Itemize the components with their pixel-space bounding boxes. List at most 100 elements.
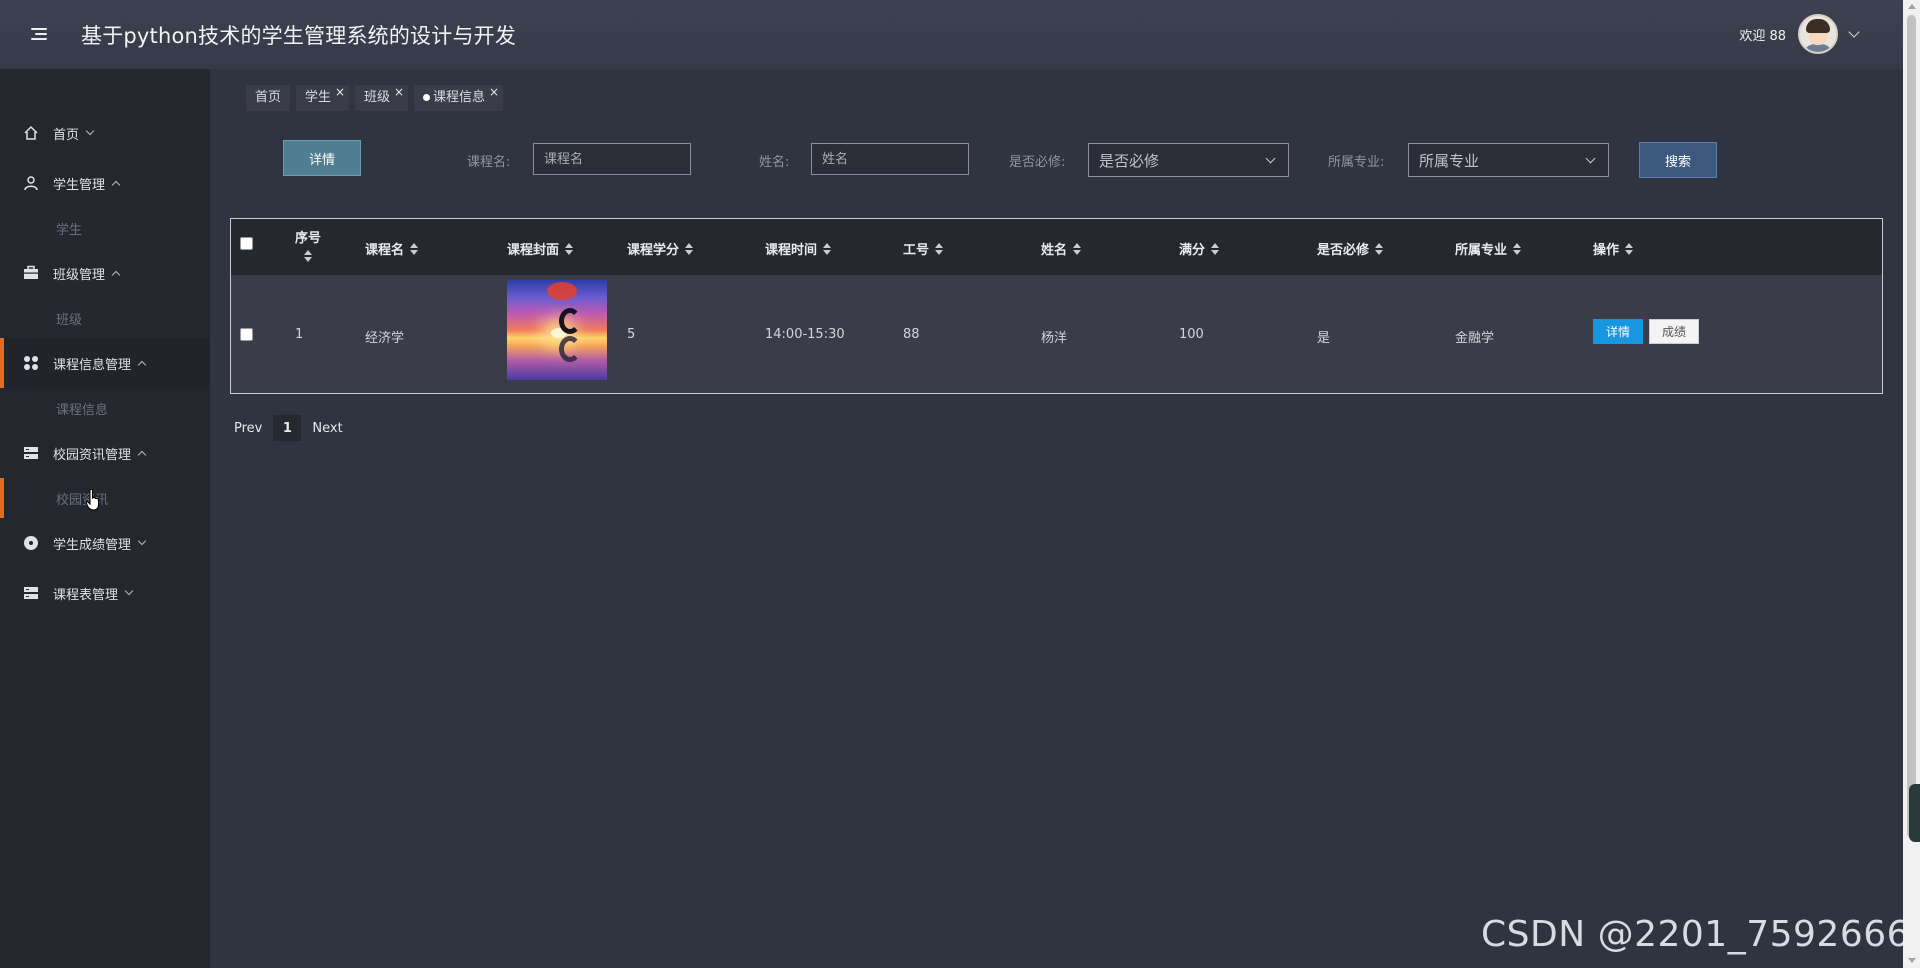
sidebar-item-label: 课程表管理 [53, 587, 119, 603]
column-header-full-score[interactable]: 满分 [1179, 239, 1220, 258]
column-header-label: 所属专业 [1455, 243, 1508, 258]
column-header-time[interactable]: 课程时间 [765, 239, 832, 258]
tab-course-info[interactable]: 课程信息 × [414, 85, 504, 111]
prev-page-link[interactable]: Prev [234, 421, 262, 436]
column-header-cover[interactable]: 课程封面 [507, 239, 574, 258]
row-detail-button[interactable]: 详情 [1593, 319, 1643, 344]
table-row: 1 经济学 5 14:00-15:30 88 杨洋 100 是 金融学 详情 成… [231, 275, 1882, 393]
column-header-index[interactable]: 序号 [295, 227, 321, 262]
sidebar-item-home[interactable]: 首页 [0, 108, 210, 158]
chevron-up-icon [111, 270, 121, 279]
cell-course: 经济学 [365, 331, 405, 346]
column-header-credit[interactable]: 课程学分 [627, 239, 694, 258]
column-header-label: 课程名 [365, 243, 405, 258]
tab-home[interactable]: 首页 [246, 85, 291, 111]
app-header: 基于python技术的学生管理系统的设计与开发 欢迎 88 [0, 0, 1903, 69]
sidebar-item-score-mgmt[interactable]: 学生成绩管理 [0, 518, 210, 568]
sidebar-item-label: 学生成绩管理 [53, 537, 132, 553]
sort-icon[interactable] [1375, 242, 1384, 255]
scrollbar-thumb[interactable] [1907, 15, 1916, 838]
course-name-input[interactable] [533, 143, 691, 175]
detail-button[interactable]: 详情 [283, 140, 361, 176]
column-header-major[interactable]: 所属专业 [1455, 239, 1522, 258]
sidebar-item-news-mgmt[interactable]: 校园资讯管理 [0, 428, 210, 478]
column-header-course[interactable]: 课程名 [365, 239, 419, 258]
briefcase-icon [23, 265, 39, 281]
user-menu[interactable]: 欢迎 88 [1739, 14, 1860, 54]
column-header-label: 课程封面 [507, 243, 560, 258]
column-header-staff-id[interactable]: 工号 [903, 239, 944, 258]
welcome-text: 欢迎 88 [1739, 28, 1786, 44]
sidebar-item-label: 课程信息管理 [53, 357, 132, 373]
sort-icon[interactable] [565, 242, 574, 255]
name-input[interactable] [811, 143, 969, 175]
tab-class[interactable]: 班级 × [355, 85, 409, 111]
side-widget-handle[interactable] [1909, 784, 1920, 842]
close-icon[interactable]: × [335, 79, 345, 105]
required-select-value: 是否必修 [1099, 151, 1160, 170]
column-header-label: 序号 [295, 231, 322, 246]
search-button[interactable]: 搜索 [1639, 142, 1717, 178]
sidebar-subitem-news[interactable]: 校园资讯 [0, 478, 210, 518]
sort-icon[interactable] [1211, 242, 1220, 255]
sort-icon[interactable] [935, 242, 944, 255]
select-all-checkbox[interactable] [240, 237, 253, 250]
cell-full-score: 100 [1179, 327, 1204, 342]
sort-icon[interactable] [1625, 242, 1634, 255]
watermark: CSDN @2201_75926662 [1481, 914, 1920, 955]
sidebar-item-class-mgmt[interactable]: 班级管理 [0, 248, 210, 298]
tab-label: 班级 [364, 90, 391, 105]
tab-student[interactable]: 学生 × [296, 85, 350, 111]
sidebar-item-label: 学生管理 [53, 177, 106, 193]
menu-toggle-icon[interactable] [31, 27, 55, 43]
tab-label: 学生 [305, 90, 332, 105]
next-page-link[interactable]: Next [312, 421, 342, 436]
table-header: 序号 课程名 课程封面 课程学分 课程时间 工号 姓名 满分 是否必修 所属专业… [231, 219, 1882, 275]
column-header-label: 工号 [903, 243, 930, 258]
cell-name: 杨洋 [1041, 331, 1068, 346]
cell-index: 1 [295, 327, 304, 342]
course-cover-image [507, 280, 607, 380]
row-checkbox[interactable] [240, 328, 253, 341]
column-header-label: 是否必修 [1317, 243, 1370, 258]
chevron-down-icon [1265, 153, 1276, 164]
close-icon[interactable]: × [394, 79, 404, 105]
sidebar-item-label: 首页 [53, 127, 80, 143]
column-header-name[interactable]: 姓名 [1041, 239, 1082, 258]
chevron-up-icon [137, 450, 147, 459]
sidebar: 首页 学生管理 学生 班级管理 班级 课程信息管理 课程信息 校园资讯管理 校园… [0, 69, 210, 968]
sort-icon[interactable] [410, 242, 419, 255]
chevron-down-icon [124, 586, 134, 596]
sidebar-subitem-class[interactable]: 班级 [0, 298, 210, 338]
app-title: 基于python技术的学生管理系统的设计与开发 [81, 23, 517, 48]
major-select[interactable]: 所属专业 [1408, 143, 1609, 177]
sort-icon[interactable] [823, 242, 832, 255]
required-select[interactable]: 是否必修 [1088, 143, 1289, 177]
scroll-down-icon[interactable] [1908, 958, 1916, 963]
sort-icon[interactable] [1073, 242, 1082, 255]
sidebar-subitem-course-info[interactable]: 课程信息 [0, 388, 210, 428]
row-score-button[interactable]: 成绩 [1649, 319, 1699, 344]
cell-time: 14:00-15:30 [765, 327, 845, 342]
chevron-down-icon[interactable] [1848, 26, 1860, 38]
column-header-label: 课程时间 [765, 243, 818, 258]
sort-icon[interactable] [1513, 242, 1522, 255]
chevron-up-icon [111, 180, 121, 189]
chevron-up-icon [137, 360, 147, 369]
column-header-actions[interactable]: 操作 [1593, 239, 1634, 258]
sort-icon[interactable] [304, 250, 312, 262]
sidebar-item-student-mgmt[interactable]: 学生管理 [0, 158, 210, 208]
close-icon[interactable]: × [489, 79, 499, 105]
cell-major: 金融学 [1455, 331, 1495, 346]
chevron-down-icon [137, 536, 147, 546]
avatar[interactable] [1798, 14, 1838, 54]
sort-icon[interactable] [685, 242, 694, 255]
sidebar-subitem-student[interactable]: 学生 [0, 208, 210, 248]
cell-required: 是 [1317, 331, 1331, 346]
scroll-up-icon[interactable] [1908, 4, 1916, 9]
sidebar-item-course-mgmt[interactable]: 课程信息管理 [0, 338, 210, 388]
sidebar-item-schedule-mgmt[interactable]: 课程表管理 [0, 568, 210, 618]
page-number[interactable]: 1 [273, 415, 302, 441]
column-header-label: 课程学分 [627, 243, 680, 258]
column-header-required[interactable]: 是否必修 [1317, 239, 1384, 258]
